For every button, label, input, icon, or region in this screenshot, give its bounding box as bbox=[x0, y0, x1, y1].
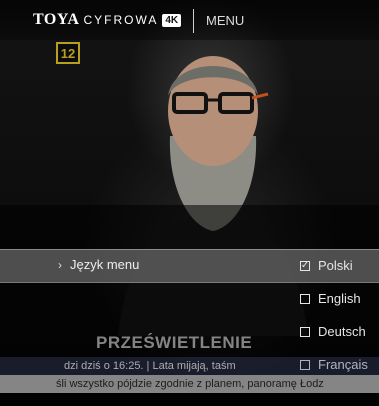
caption-text: śli wszystko pójdzie zgodnie z planem, p… bbox=[56, 378, 324, 390]
language-option-deutsch[interactable]: Deutsch bbox=[300, 324, 366, 339]
language-label: Polski bbox=[318, 258, 353, 273]
checkbox-icon bbox=[300, 326, 310, 337]
checkbox-icon bbox=[300, 293, 310, 304]
language-option-english[interactable]: English bbox=[300, 291, 361, 306]
chevron-right-icon: › bbox=[58, 257, 62, 272]
brand-name: TOYA bbox=[33, 11, 80, 28]
news-ticker-text: dzi dziś o 16:25. | Lata mijają, taśm bbox=[64, 360, 236, 372]
language-label: Deutsch bbox=[318, 324, 366, 339]
age-rating-badge: 12 bbox=[56, 42, 80, 64]
header-divider bbox=[193, 9, 194, 33]
checkbox-checked-icon: ✓ bbox=[300, 259, 310, 271]
language-label: English bbox=[318, 291, 361, 306]
program-title: PRZEŚWIETLENIE bbox=[96, 333, 253, 352]
menu-item-language[interactable]: › Język menu bbox=[58, 257, 139, 272]
menu-item-label: Język menu bbox=[70, 257, 140, 272]
toya-logo: TOYA CYFROWA 4K bbox=[33, 10, 182, 30]
brand-4k-badge: 4K bbox=[162, 13, 182, 27]
menu-top-band bbox=[0, 205, 379, 241]
brand-subtitle: CYFROWA bbox=[83, 13, 159, 27]
language-option-polski[interactable]: ✓ Polski bbox=[300, 258, 353, 273]
menu-title: MENU bbox=[206, 13, 245, 28]
